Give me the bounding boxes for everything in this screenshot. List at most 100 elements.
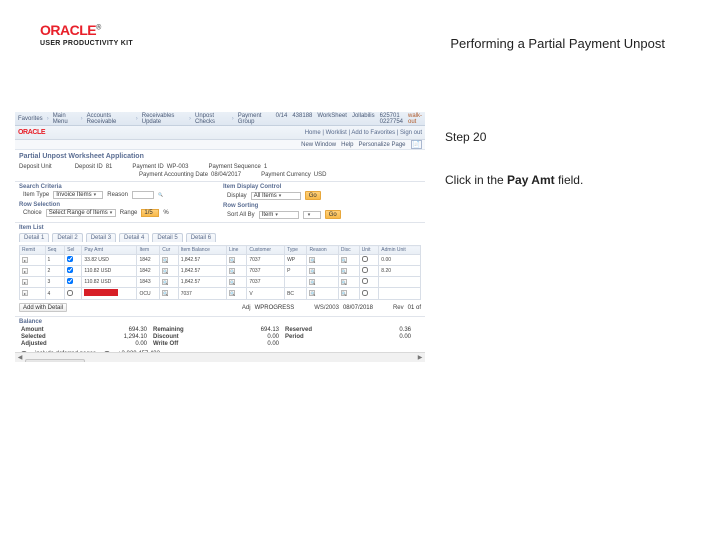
tab-detail4[interactable]: Detail 4 xyxy=(119,233,149,242)
lookup-icon[interactable] xyxy=(162,279,168,285)
unit-checkbox[interactable] xyxy=(362,267,368,273)
add-with-detail-button[interactable]: Add with Detail xyxy=(19,303,67,312)
payment-seq-value: 1 xyxy=(264,164,267,170)
lookup-icon[interactable] xyxy=(229,279,235,285)
page-title: Partial Unpost Worksheet Application xyxy=(15,150,425,163)
nav-r0: 0/14 xyxy=(276,113,288,125)
remit-icon[interactable]: ▸ xyxy=(22,268,28,274)
scroll-right-arrow-icon[interactable]: ▶ xyxy=(415,353,425,363)
cell-payamt[interactable]: 33.82 USD xyxy=(82,255,137,266)
sel-checkbox[interactable] xyxy=(67,256,73,262)
horizontal-scrollbar[interactable]: ◀ ▶ xyxy=(15,352,425,362)
cell-payamt[interactable]: 110.82 USD xyxy=(82,277,137,288)
header-row-1: Deposit Unit Deposit ID 81 Payment ID WP… xyxy=(15,163,425,171)
table-row[interactable]: ▸ 3 110.82 USD 1843 1,842.57 7037 xyxy=(20,277,421,288)
bal-period-lbl: Period xyxy=(285,334,345,340)
col-adminunit: Admin Unit xyxy=(379,246,421,255)
item-type-value: Invoice Items xyxy=(56,192,91,198)
lookup-icon[interactable] xyxy=(309,268,315,274)
pay-curr-label: Payment Currency xyxy=(261,172,311,178)
lookup-icon[interactable] xyxy=(341,257,347,263)
remit-icon[interactable]: ▸ xyxy=(22,257,28,263)
scroll-left-arrow-icon[interactable]: ◀ xyxy=(15,353,25,363)
table-row-highlighted[interactable]: ▸ 4 OCU 7037 V BC xyxy=(20,288,421,300)
lookup-icon[interactable] xyxy=(309,290,315,296)
instr-bold: Pay Amt xyxy=(507,173,555,187)
lookup-icon[interactable] xyxy=(341,268,347,274)
reason-lookup-icon[interactable] xyxy=(158,192,163,198)
display-go-button[interactable]: Go xyxy=(305,191,321,200)
unit-checkbox[interactable] xyxy=(362,278,368,284)
display-select[interactable]: All Items xyxy=(251,192,301,200)
nav-recv-update[interactable]: Receivables Update xyxy=(142,113,185,125)
cell-seq: 3 xyxy=(45,277,65,288)
lookup-icon[interactable] xyxy=(341,290,347,296)
sort-dir-select[interactable] xyxy=(303,211,321,219)
sel-checkbox[interactable] xyxy=(67,267,73,273)
lookup-icon[interactable] xyxy=(162,290,168,296)
personalize-link[interactable]: Personalize Page xyxy=(358,142,405,148)
bal-reserved-val: 0.36 xyxy=(351,327,411,333)
help-link[interactable]: Help xyxy=(341,142,353,148)
cell-type xyxy=(285,277,307,288)
lookup-icon[interactable] xyxy=(162,268,168,274)
lookup-icon[interactable] xyxy=(341,279,347,285)
table-row[interactable]: ▸ 1 33.82 USD 1842 1,842.57 7037 WP 0.00 xyxy=(20,255,421,266)
lookup-icon[interactable] xyxy=(229,268,235,274)
range-value: 1/5 xyxy=(144,210,152,216)
payment-id-label: Payment ID xyxy=(132,164,163,170)
tab-detail3[interactable]: Detail 3 xyxy=(86,233,116,242)
col-customer: Customer xyxy=(247,246,285,255)
display-label: Display xyxy=(227,193,247,199)
oracle-logo: ORACLE® xyxy=(40,22,133,38)
reason-field[interactable] xyxy=(132,191,154,199)
choice-select[interactable]: Select Range of Items xyxy=(46,209,116,217)
sel-checkbox[interactable] xyxy=(67,278,73,284)
cell-cust: 7037 xyxy=(247,255,285,266)
unit-checkbox[interactable] xyxy=(362,256,368,262)
remit-icon[interactable]: ▸ xyxy=(22,279,28,285)
deposit-id-value: 81 xyxy=(106,164,113,170)
adj-label: Adj xyxy=(242,305,251,311)
item-type-label: Item Type xyxy=(23,192,49,198)
nav-payment-group[interactable]: Payment Group xyxy=(238,113,272,125)
table-row[interactable]: ▸ 2 110.82 USD 1842 1,842.57 7037 P 8.20 xyxy=(20,266,421,277)
cell-payamt[interactable]: 110.82 USD xyxy=(82,266,137,277)
cell-cust: V xyxy=(247,288,285,300)
scroll-thumb[interactable] xyxy=(25,359,85,363)
tab-detail1[interactable]: Detail 1 xyxy=(19,233,49,242)
item-type-select[interactable]: Invoice Items xyxy=(53,191,103,199)
tab-detail2[interactable]: Detail 2 xyxy=(52,233,82,242)
lookup-icon[interactable] xyxy=(229,290,235,296)
lookup-icon[interactable] xyxy=(309,257,315,263)
col-seq: Seq xyxy=(45,246,65,255)
pay-amt-field-target[interactable] xyxy=(82,288,137,300)
nav-ar[interactable]: Accounts Receivable xyxy=(87,113,132,125)
new-window-link[interactable]: New Window xyxy=(301,142,336,148)
bal-writeoff-val: 0.00 xyxy=(219,341,279,347)
sort-by-value: Item xyxy=(262,212,274,218)
nav-favorites[interactable]: Favorites xyxy=(18,116,43,122)
nav-unpost[interactable]: Unpost Checks xyxy=(195,113,228,125)
lookup-icon[interactable] xyxy=(229,257,235,263)
remit-icon[interactable]: ▸ xyxy=(22,290,28,296)
app-screenshot: Favorites› Main Menu› Accounts Receivabl… xyxy=(15,112,425,362)
bal-discount-lbl: Discount xyxy=(153,334,213,340)
nav-main[interactable]: Main Menu xyxy=(53,113,77,125)
sel-checkbox[interactable] xyxy=(67,290,73,296)
sort-by-select[interactable]: Item xyxy=(259,211,299,219)
lookup-icon[interactable] xyxy=(162,257,168,263)
item-list-table: Remit Seq Sel Pay Amt Item Cur Item Bala… xyxy=(19,245,421,300)
tab-detail5[interactable]: Detail 5 xyxy=(152,233,182,242)
col-itembal: Item Balance xyxy=(178,246,226,255)
range-field[interactable]: 1/5 xyxy=(141,209,159,217)
unit-checkbox[interactable] xyxy=(362,290,368,296)
sort-by-label: Sort All By xyxy=(227,212,255,218)
nav-r4: 625701 0227754 xyxy=(380,113,403,125)
nav-signout[interactable]: walk-out xyxy=(408,113,422,125)
lookup-icon[interactable] xyxy=(309,279,315,285)
sort-go-button[interactable]: Go xyxy=(325,210,341,219)
nav-r1: 438188 xyxy=(292,113,312,125)
tab-detail6[interactable]: Detail 6 xyxy=(186,233,216,242)
bal-remaining-val: 694.13 xyxy=(219,327,279,333)
